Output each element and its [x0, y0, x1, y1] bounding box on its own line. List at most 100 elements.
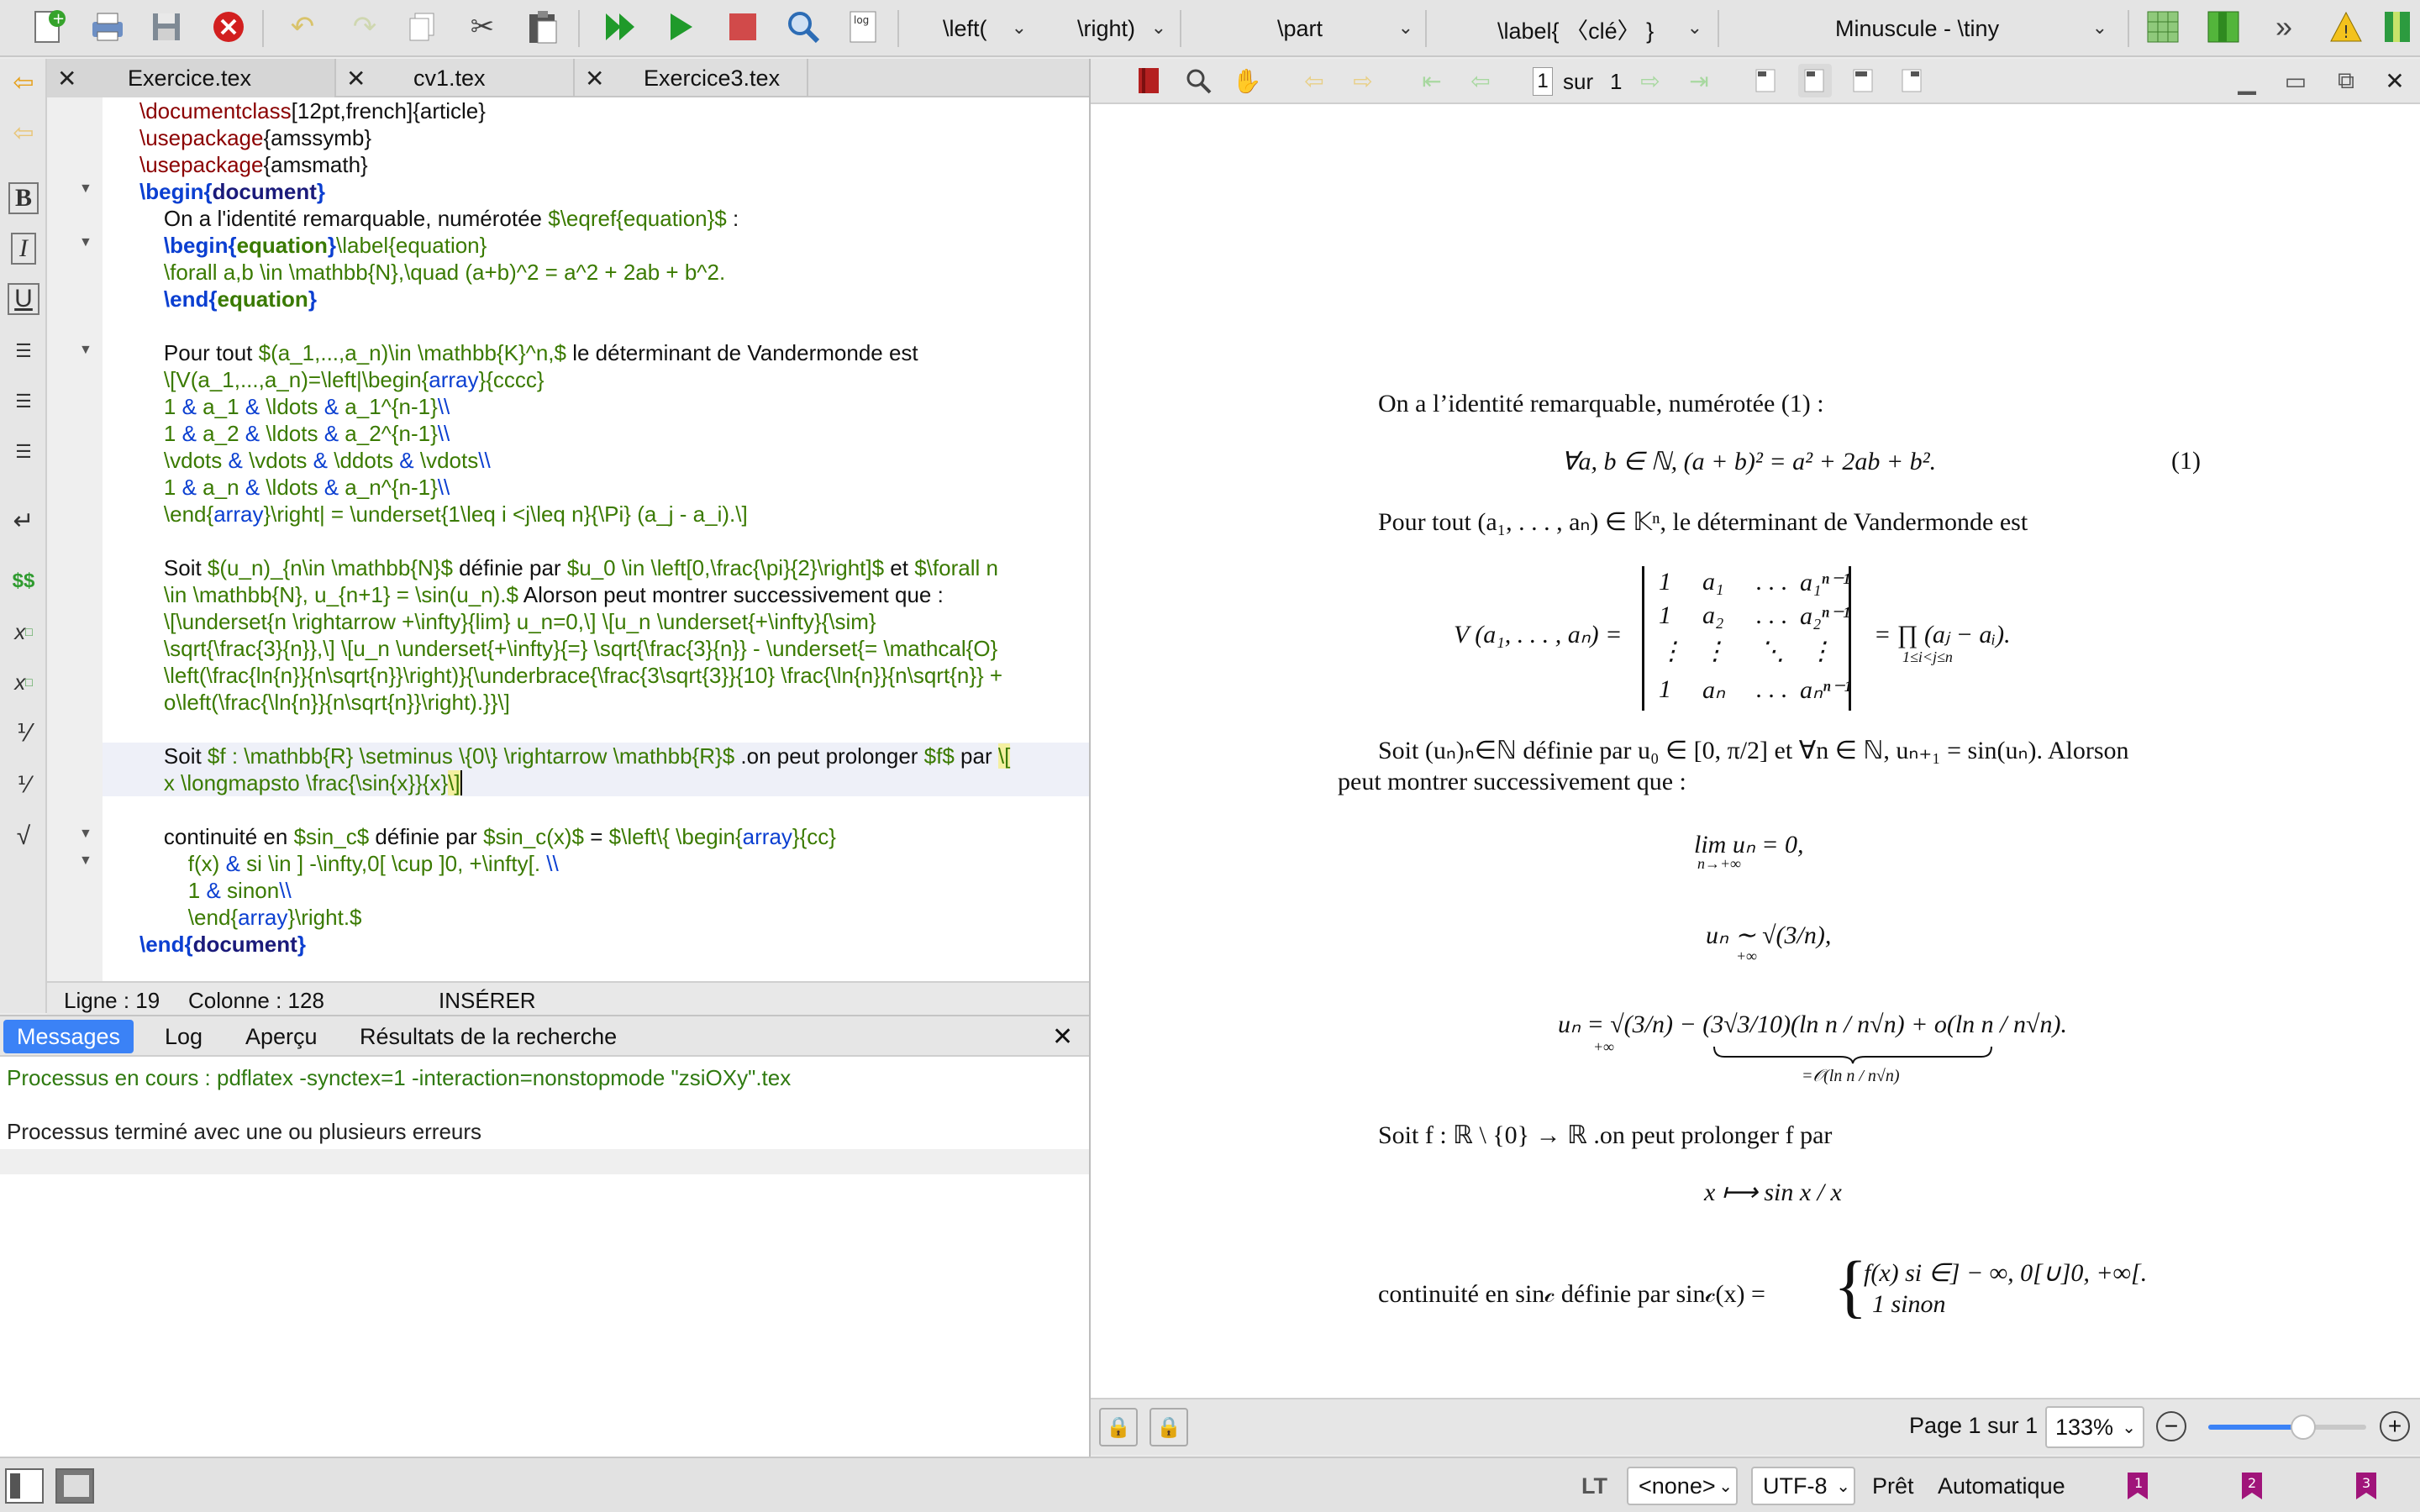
more-tools-icon[interactable]: »	[2264, 7, 2304, 47]
last-page-icon[interactable]: ⇥	[1682, 64, 1716, 97]
bookmark-2-icon[interactable]: 2	[2238, 1467, 2267, 1505]
vandermonde-rhs: = ∏ (aⱼ − aᵢ).	[1874, 621, 2011, 648]
encoding-dropdown[interactable]: UTF-8 ⌄	[1751, 1467, 1855, 1505]
lock-sync-icon[interactable]: 🔒	[1150, 1408, 1188, 1446]
page-of-label: sur	[1563, 69, 1594, 94]
pdf-book-icon[interactable]	[1133, 64, 1166, 97]
zoom-slider-fill	[2208, 1425, 2303, 1430]
close-tab-icon[interactable]: ✕	[585, 65, 604, 92]
doc-paragraph: On a l’identité remarquable, numérotée (…	[1378, 390, 1824, 417]
messages-panel-icon[interactable]	[55, 1468, 94, 1504]
save-icon[interactable]	[146, 7, 187, 47]
zoom-slider-handle[interactable]	[2290, 1415, 2316, 1440]
arrow-left-light-icon[interactable]: ⇦	[5, 114, 42, 151]
bookmark-1-icon[interactable]: 1	[2124, 1467, 2153, 1505]
arrow-left-icon[interactable]: ⇦	[5, 64, 42, 101]
warning-icon[interactable]: !	[2326, 7, 2366, 47]
align-left-icon[interactable]: ☰	[5, 333, 42, 370]
close-panel-icon[interactable]: ✕	[1039, 1020, 1086, 1053]
hand-icon[interactable]: ✋	[1230, 64, 1264, 97]
single-page-icon[interactable]	[1749, 64, 1783, 97]
window-icon[interactable]: ⧉	[2329, 64, 2363, 97]
svg-text:log: log	[854, 14, 869, 26]
fold-arrow-icon[interactable]: ▼	[79, 827, 92, 842]
restore-icon[interactable]: ▭	[2279, 64, 2312, 97]
inline-math-icon[interactable]: $$	[5, 563, 42, 600]
stop-compile-icon[interactable]	[723, 7, 763, 47]
auto-status[interactable]: Automatique	[1938, 1467, 2065, 1505]
zoom-out-icon[interactable]: −	[2156, 1411, 2186, 1441]
fit-width-icon[interactable]	[1896, 64, 1929, 97]
lt-icon[interactable]: LT	[1581, 1467, 1607, 1505]
view-pdf-icon[interactable]	[783, 7, 823, 47]
fold-arrow-icon[interactable]: ▼	[79, 343, 92, 358]
print-icon[interactable]	[87, 7, 128, 47]
right-delimiter-dropdown[interactable]: \right) ⌄	[1077, 5, 1171, 52]
column-number: Colonne : 128	[188, 988, 324, 1013]
left-delimiter-dropdown[interactable]: \left(⌄	[943, 5, 1032, 52]
cut-icon[interactable]: ✂	[462, 7, 502, 47]
tab-search-results[interactable]: Résultats de la recherche	[346, 1020, 630, 1053]
app-statusbar: LT <none> ⌄ UTF-8 ⌄ Prêt Automatique 1 2 3	[0, 1457, 2420, 1512]
superscript-icon[interactable]: x □	[5, 664, 42, 701]
next-page-icon[interactable]: ⇨	[1634, 64, 1667, 97]
fraction-icon[interactable]: ⅟	[5, 714, 42, 751]
two-pages-icon[interactable]	[1847, 64, 1881, 97]
zoom-in-icon[interactable]: +	[2380, 1411, 2410, 1441]
log-icon[interactable]: log	[844, 7, 884, 47]
spellcheck-dropdown[interactable]: <none> ⌄	[1627, 1467, 1738, 1505]
new-file-icon[interactable]: +	[29, 7, 69, 47]
structure-panel-icon[interactable]	[5, 1468, 44, 1504]
lock-icon[interactable]: 🔒	[1099, 1408, 1138, 1446]
zoom-select[interactable]: 133% ⌄	[2045, 1406, 2144, 1448]
align-center-icon[interactable]: ☰	[5, 383, 42, 420]
references-dropdown[interactable]: \label{ 〈clé〉 } ⌄	[1497, 5, 1707, 52]
tab-messages[interactable]: Messages	[3, 1020, 134, 1053]
previous-page-icon[interactable]: ⇦	[1464, 64, 1497, 97]
close-viewer-icon[interactable]: ✕	[2378, 64, 2412, 97]
tab-log[interactable]: Log	[151, 1020, 216, 1053]
sectioning-dropdown[interactable]: \part ⌄	[1277, 5, 1418, 52]
newline-icon[interactable]: ↵	[5, 502, 42, 539]
tab-apercu[interactable]: Aperçu	[232, 1020, 331, 1053]
copy-icon[interactable]	[402, 7, 442, 47]
sqrt-icon[interactable]: √	[5, 818, 42, 855]
stop-icon[interactable]	[208, 7, 249, 47]
pdf-page[interactable]: On a l’identité remarquable, numérotée (…	[1091, 104, 2420, 1398]
tab-exercice[interactable]: ✕ Exercice.tex	[47, 59, 336, 97]
page-status: Page 1 sur 1	[1909, 1413, 2039, 1438]
undo-icon[interactable]: ↶	[282, 7, 323, 47]
italic-icon[interactable]: I	[5, 230, 42, 267]
minimize-icon[interactable]: ▁	[2230, 64, 2264, 97]
zoom-icon[interactable]	[1181, 64, 1215, 97]
tab-exercice3[interactable]: ✕ Exercice3.tex	[575, 59, 808, 97]
bookmark-3-icon[interactable]: 3	[2353, 1467, 2381, 1505]
limit-subscript: n→+∞	[1697, 855, 1741, 872]
close-tab-icon[interactable]: ✕	[346, 65, 366, 92]
tab-cv1[interactable]: ✕ cv1.tex	[336, 59, 575, 97]
compile-icon[interactable]	[660, 7, 701, 47]
bold-icon[interactable]: B	[5, 180, 42, 217]
fold-arrow-icon[interactable]: ▼	[79, 181, 92, 197]
dfrac-icon[interactable]: ⅟	[5, 766, 42, 803]
insert-mode[interactable]: INSÉRER	[439, 988, 536, 1014]
paste-icon[interactable]	[523, 7, 563, 47]
page-input[interactable]: 1	[1533, 67, 1553, 96]
close-tab-icon[interactable]: ✕	[57, 65, 76, 92]
font-size-dropdown[interactable]: Minuscule - \tiny ⌄	[1835, 5, 2112, 52]
fold-arrow-icon[interactable]: ▼	[79, 235, 92, 250]
underline-icon[interactable]: U	[5, 281, 42, 318]
fold-arrow-icon[interactable]: ▼	[79, 853, 92, 869]
align-right-icon[interactable]: ☰	[5, 433, 42, 470]
build-view-icon[interactable]	[600, 7, 640, 47]
forward-icon[interactable]: ⇨	[1346, 64, 1380, 97]
tabbing-icon[interactable]	[2203, 7, 2244, 47]
redo-icon[interactable]: ↷	[345, 7, 385, 47]
ready-status: Prêt	[1872, 1473, 1914, 1499]
metapost-icon[interactable]	[2378, 7, 2418, 47]
subscript-icon[interactable]: x □	[5, 613, 42, 650]
back-icon[interactable]: ⇦	[1297, 64, 1331, 97]
continuous-icon[interactable]	[1798, 64, 1832, 97]
tabular-icon[interactable]	[2143, 7, 2183, 47]
first-page-icon[interactable]: ⇤	[1415, 64, 1449, 97]
